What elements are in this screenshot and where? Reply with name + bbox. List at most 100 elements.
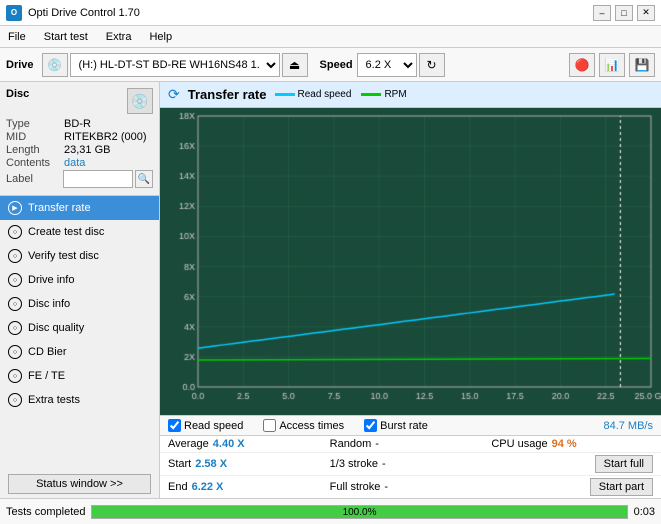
average-value: 4.40 X (213, 438, 245, 450)
transfer-rate-icon: ▶ (8, 201, 22, 215)
checkbox-burst-rate[interactable]: Burst rate (364, 419, 428, 432)
menu-extra[interactable]: Extra (102, 29, 136, 45)
disc-info-icon: ○ (8, 297, 22, 311)
disc-panel-header: Disc 💿 (6, 88, 153, 114)
start-value: 2.58 X (195, 458, 227, 470)
legend-read-speed-color (275, 93, 295, 96)
length-label: Length (6, 144, 64, 156)
start-full-button[interactable]: Start full (595, 455, 653, 473)
checkbox-access-times[interactable]: Access times (263, 419, 344, 432)
verify-test-icon: ○ (8, 249, 22, 263)
cd-bier-icon: ○ (8, 345, 22, 359)
disc-type-row: Type BD-R (6, 118, 153, 130)
stats-full-stroke: Full stroke - (330, 481, 492, 493)
status-window-btn[interactable]: Status window >> (8, 474, 151, 494)
nav-verify-test-label: Verify test disc (28, 250, 99, 262)
chart-area: ⟳ Transfer rate Read speed RPM Read spee… (160, 82, 661, 498)
nav-fe-te-label: FE / TE (28, 370, 65, 382)
burst-rate-checkbox[interactable] (364, 419, 377, 432)
progress-bar-container: 100.0% (91, 505, 627, 519)
checkbox-read-speed-label: Read speed (184, 420, 243, 432)
eject-button[interactable]: ⏏ (282, 53, 308, 77)
average-label: Average (168, 438, 209, 450)
read-speed-checkbox[interactable] (168, 419, 181, 432)
mid-value: RITEKBR2 (000) (64, 131, 153, 143)
speed-select[interactable]: 6.2 X (357, 53, 417, 77)
titlebar-left: O Opti Drive Control 1.70 (6, 5, 140, 21)
legend-read-speed-label: Read speed (298, 89, 352, 100)
legend-rpm: RPM (361, 89, 406, 100)
app-title: Opti Drive Control 1.70 (28, 7, 140, 19)
nav-drive-info[interactable]: ○ Drive info (0, 268, 159, 292)
menu-file[interactable]: File (4, 29, 30, 45)
toolbar-save-btn[interactable]: 💾 (629, 53, 655, 77)
nav-transfer-rate[interactable]: ▶ Transfer rate (0, 196, 159, 220)
disc-icon: 💿 (127, 88, 153, 114)
speed-label: Speed (320, 59, 353, 71)
menubar: File Start test Extra Help (0, 26, 661, 48)
stats-random: Random - (330, 438, 492, 450)
chart-canvas-area (160, 108, 661, 415)
checkbox-access-times-label: Access times (279, 420, 344, 432)
nav-disc-quality[interactable]: ○ Disc quality (0, 316, 159, 340)
toolbar-action-btn2[interactable]: 📊 (599, 53, 625, 77)
menu-help[interactable]: Help (145, 29, 176, 45)
mid-label: MID (6, 131, 64, 143)
burst-rate-value: 84.7 MB/s (603, 420, 653, 432)
nav-extra-tests[interactable]: ○ Extra tests (0, 388, 159, 412)
drive-icon-btn[interactable]: 💿 (42, 53, 68, 77)
nav-cd-bier-label: CD Bier (28, 346, 67, 358)
legend-read-speed: Read speed (275, 89, 352, 100)
statusbar: Tests completed 100.0% 0:03 (0, 498, 661, 524)
timer: 0:03 (634, 506, 655, 518)
end-value: 6.22 X (192, 481, 224, 493)
nav-transfer-rate-label: Transfer rate (28, 202, 91, 214)
access-times-checkbox[interactable] (263, 419, 276, 432)
label-input-group: 🔍 (63, 170, 153, 188)
drive-info-icon: ○ (8, 273, 22, 287)
nav-disc-info-label: Disc info (28, 298, 70, 310)
stats-start-full: Start full (491, 455, 653, 473)
fe-te-icon: ○ (8, 369, 22, 383)
menu-start-test[interactable]: Start test (40, 29, 92, 45)
minimize-button[interactable]: – (593, 5, 611, 21)
chart-checkboxes: Read speed Access times Burst rate 84.7 … (160, 415, 661, 435)
nav-create-test-disc[interactable]: ○ Create test disc (0, 220, 159, 244)
disc-contents-row: Contents data (6, 157, 153, 169)
length-value: 23,31 GB (64, 144, 153, 156)
chart-title: Transfer rate (188, 87, 267, 102)
nav-fe-te[interactable]: ○ FE / TE (0, 364, 159, 388)
stats-cpu: CPU usage 94 % (491, 438, 653, 450)
main-area: Disc 💿 Type BD-R MID RITEKBR2 (000) Leng… (0, 82, 661, 498)
1-3-stroke-value: - (382, 458, 386, 470)
stats-end: End 6.22 X (168, 481, 330, 493)
nav-cd-bier[interactable]: ○ CD Bier (0, 340, 159, 364)
disc-label-input[interactable] (63, 170, 133, 188)
disc-label-btn[interactable]: 🔍 (135, 170, 153, 188)
contents-value: data (64, 157, 153, 169)
disc-label-label: Label (6, 173, 63, 185)
toolbar: Drive 💿 (H:) HL-DT-ST BD-RE WH16NS48 1.D… (0, 48, 661, 82)
random-label: Random (330, 438, 372, 450)
toolbar-action-btn1[interactable]: 🔴 (569, 53, 595, 77)
checkbox-read-speed[interactable]: Read speed (168, 419, 243, 432)
random-value: - (375, 438, 379, 450)
stats-1-3-stroke: 1/3 stroke - (330, 458, 492, 470)
nav-create-test-label: Create test disc (28, 226, 104, 238)
close-button[interactable]: ✕ (637, 5, 655, 21)
stats-start: Start 2.58 X (168, 458, 330, 470)
nav-verify-test-disc[interactable]: ○ Verify test disc (0, 244, 159, 268)
nav-disc-info[interactable]: ○ Disc info (0, 292, 159, 316)
full-stroke-value: - (384, 481, 388, 493)
maximize-button[interactable]: □ (615, 5, 633, 21)
titlebar: O Opti Drive Control 1.70 – □ ✕ (0, 0, 661, 26)
cpu-value: 94 % (552, 438, 577, 450)
1-3-stroke-label: 1/3 stroke (330, 458, 378, 470)
type-label: Type (6, 118, 64, 130)
sidebar: Disc 💿 Type BD-R MID RITEKBR2 (000) Leng… (0, 82, 160, 498)
legend-rpm-color (361, 93, 381, 96)
speed-refresh-btn[interactable]: ↻ (419, 53, 445, 77)
drive-select[interactable]: (H:) HL-DT-ST BD-RE WH16NS48 1.D3 (70, 53, 280, 77)
drive-label: Drive (6, 59, 34, 71)
start-part-button[interactable]: Start part (590, 478, 653, 496)
